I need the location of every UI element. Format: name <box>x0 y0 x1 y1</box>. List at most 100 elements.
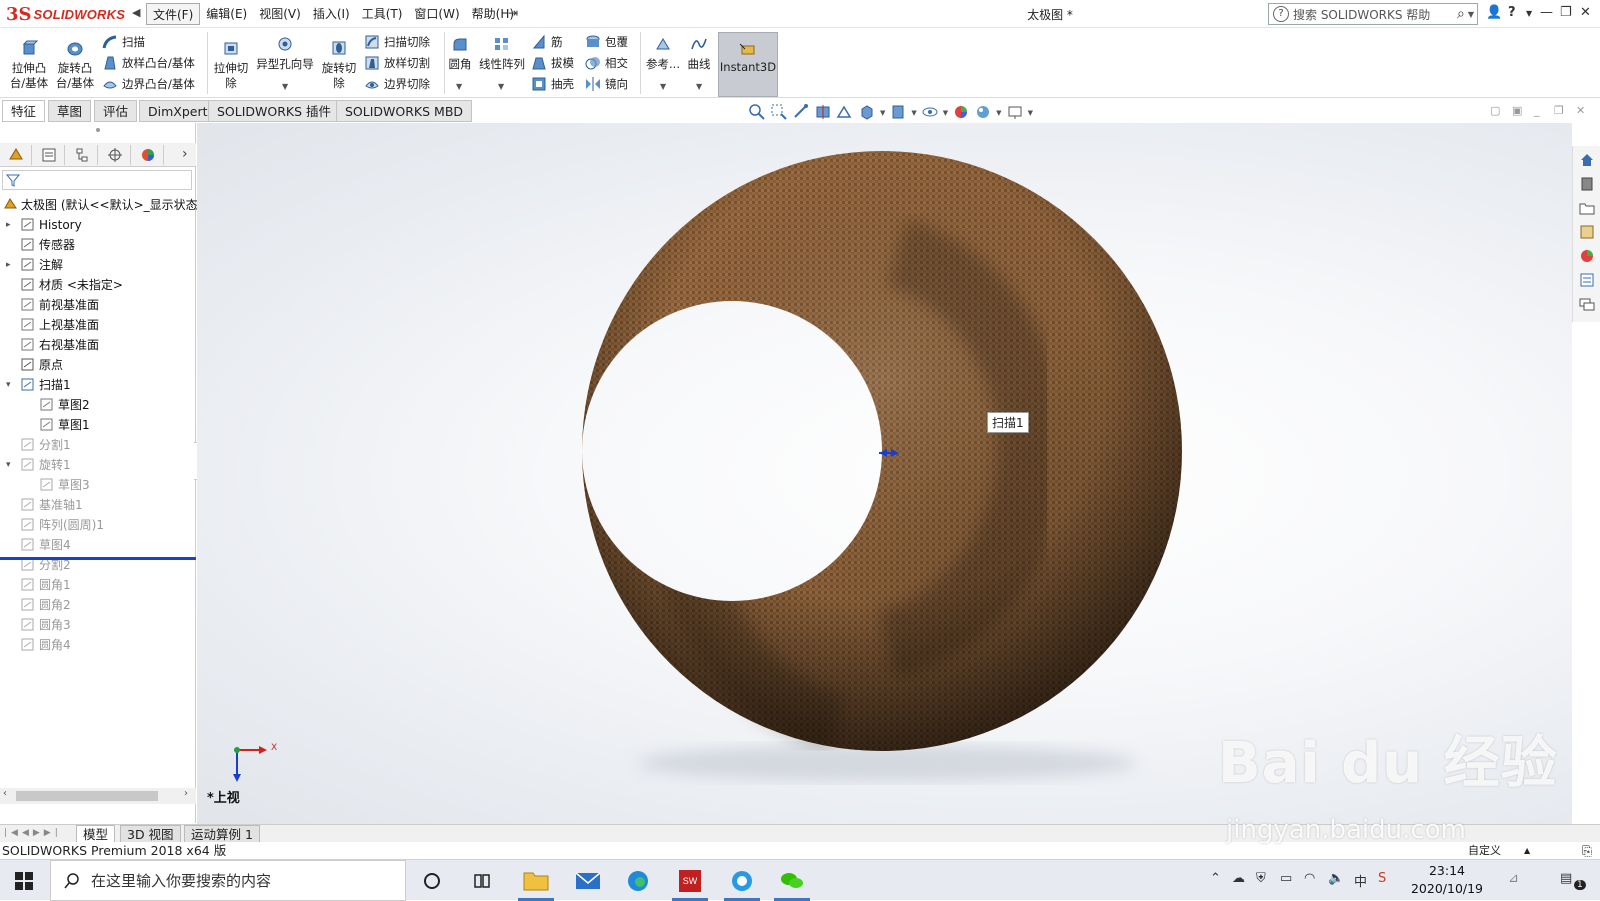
tree-item-circular-pattern1[interactable]: 阵列(圆周)1 <box>0 515 196 535</box>
tree-item-origin[interactable]: 原点 <box>0 355 196 375</box>
edit-appearance-icon[interactable] <box>952 103 970 121</box>
file-explorer-app-icon[interactable] <box>514 860 558 901</box>
chevron-down-icon[interactable]: ▼ <box>911 109 916 121</box>
tree-item-revolve1[interactable]: ▾ 旋转1 <box>0 455 196 475</box>
draft-button[interactable]: 拔模 <box>531 53 574 73</box>
zoom-to-area-icon[interactable] <box>770 103 788 121</box>
tab-features[interactable]: 特征 <box>2 100 46 122</box>
search-icon[interactable]: ⌕ <box>1457 6 1465 22</box>
windows-start-icon[interactable] <box>14 871 34 891</box>
curves-dropdown-icon[interactable]: ▼ <box>696 82 702 91</box>
scroll-left-icon[interactable]: ‹ <box>3 788 7 799</box>
show-hidden-icons-icon[interactable]: ⌃ <box>1210 871 1221 886</box>
forum-icon[interactable] <box>1579 296 1595 312</box>
wechat-icon[interactable] <box>770 860 814 901</box>
design-library-icon[interactable] <box>1579 176 1595 192</box>
intersect-button[interactable]: 相交 <box>585 53 628 73</box>
chevron-down-icon[interactable]: ▼ <box>880 109 885 121</box>
loft-cut-button[interactable]: 放样切割 <box>364 53 430 73</box>
view-palette-icon[interactable] <box>1579 224 1595 240</box>
expand-arrow-icon[interactable]: ▸ <box>6 215 16 235</box>
viewport-restore-icon[interactable]: ❐ <box>1554 104 1564 117</box>
ime-indicator[interactable]: 中 <box>1354 871 1367 890</box>
scrollbar-thumb[interactable] <box>16 791 158 801</box>
tab-solidworks-addins[interactable]: SOLIDWORKS 插件 <box>208 100 341 122</box>
home-icon[interactable] <box>1579 152 1595 168</box>
display-style-icon[interactable] <box>889 103 907 121</box>
display-manager-tab-icon[interactable] <box>132 145 164 165</box>
tree-item-fillet4[interactable]: 圆角4 <box>0 635 196 655</box>
instant3d-button[interactable]: Instant3D <box>718 32 778 97</box>
tree-item-sweep1[interactable]: ▾ 扫描1 <box>0 375 196 395</box>
onedrive-icon[interactable]: ☁ <box>1232 871 1245 886</box>
tree-item-sketch2[interactable]: 草图2 <box>0 395 196 415</box>
cortana-icon[interactable] <box>410 860 454 901</box>
menu-collapse-arrow-icon[interactable]: ◀ <box>132 6 140 19</box>
tree-item-material[interactable]: 材质 <未指定> <box>0 275 196 295</box>
sogou-input-icon[interactable]: S <box>1378 871 1386 886</box>
tree-item-sketch1[interactable]: 草图1 <box>0 415 196 435</box>
panel-grip[interactable] <box>96 128 100 132</box>
zoom-to-fit-icon[interactable] <box>748 103 766 121</box>
help-search-box[interactable]: ? 搜索 SOLIDWORKS 帮助 ⌕ ▼ <box>1268 3 1478 25</box>
dimxpert-manager-tab-icon[interactable] <box>99 145 131 165</box>
sweep-cut-button[interactable]: 扫描切除 <box>364 32 430 52</box>
tree-filter-input[interactable] <box>2 170 192 190</box>
rebuild-icon[interactable]: ⎘ <box>1582 842 1592 859</box>
tab-solidworks-mbd[interactable]: SOLIDWORKS MBD <box>336 100 473 122</box>
tree-item-split1[interactable]: 分割1 <box>0 435 196 455</box>
tree-item-history[interactable]: ▸ History <box>0 215 196 235</box>
menu-window[interactable]: 窗口(W) <box>408 3 465 25</box>
tree-item-sensors[interactable]: 传感器 <box>0 235 196 255</box>
tab-sketch[interactable]: 草图 <box>48 100 92 122</box>
minimize-window-icon[interactable]: — <box>1540 5 1553 20</box>
scroll-right-icon[interactable]: › <box>184 788 188 799</box>
tree-item-axis1[interactable]: 基准轴1 <box>0 495 196 515</box>
tree-item-fillet2[interactable]: 圆角2 <box>0 595 196 615</box>
reference-dropdown-icon[interactable]: ▼ <box>660 82 666 91</box>
tree-root-part[interactable]: 太极图 (默认<<默认>_显示状态 <box>0 195 198 215</box>
chevron-down-icon[interactable]: ▼ <box>1468 10 1474 19</box>
hole-wizard-button[interactable]: 异型孔向导 <box>254 36 316 72</box>
tab-3d-view[interactable]: 3D 视图 <box>120 825 181 843</box>
shell-button[interactable]: 抽壳 <box>531 74 574 94</box>
previous-view-icon[interactable] <box>792 103 810 121</box>
chevron-down-icon[interactable]: ▼ <box>1028 109 1033 121</box>
pin-icon[interactable]: ⇥ <box>508 6 518 20</box>
reference-geometry-button[interactable]: 参考... <box>644 36 682 72</box>
view-settings-icon[interactable] <box>1006 103 1024 121</box>
property-manager-tab-icon[interactable] <box>33 145 65 165</box>
solidworks-app-icon[interactable]: SW <box>668 860 712 901</box>
hole-wizard-dropdown-icon[interactable]: ▼ <box>282 82 288 91</box>
tree-item-fillet3[interactable]: 圆角3 <box>0 615 196 635</box>
sweep-button[interactable]: 扫描 <box>102 32 145 52</box>
taskbar-search-input[interactable]: 在这里输入你要搜索的内容 <box>91 870 271 891</box>
dynamic-annotation-icon[interactable] <box>836 103 854 121</box>
wifi-icon[interactable]: ◠ <box>1304 871 1315 886</box>
menu-insert[interactable]: 插入(I) <box>307 3 356 25</box>
tree-item-annotations[interactable]: ▸ 注解 <box>0 255 196 275</box>
tab-nav-arrows-icon[interactable]: |◀◀▶▶| <box>4 828 62 838</box>
tree-horizontal-scrollbar[interactable]: ‹ › <box>0 788 196 804</box>
help-icon[interactable]: ? <box>1508 5 1516 20</box>
apply-scene-icon[interactable] <box>974 103 992 121</box>
mirror-button[interactable]: 镜向 <box>585 74 628 94</box>
revolve-cut-button[interactable]: 旋转切 除 <box>318 40 360 91</box>
units-selector[interactable]: 自定义 <box>1468 842 1501 859</box>
tab-motion-study[interactable]: 运动算例 1 <box>184 825 260 843</box>
loft-boss-button[interactable]: 放样凸台/基体 <box>102 53 195 73</box>
tab-model[interactable]: 模型 <box>76 825 116 843</box>
linear-pattern-dropdown-icon[interactable]: ▼ <box>498 82 504 91</box>
boundary-boss-button[interactable]: 边界凸台/基体 <box>102 74 195 94</box>
volume-icon[interactable]: 🔈 <box>1328 871 1344 886</box>
rollback-bar[interactable] <box>0 557 196 560</box>
rib-button[interactable]: 筋 <box>531 32 563 52</box>
hide-show-items-icon[interactable] <box>921 103 939 121</box>
expand-arrow-icon[interactable]: ▸ <box>6 255 16 275</box>
chevron-right-icon[interactable]: › <box>182 146 188 162</box>
help-dropdown-icon[interactable]: ▼ <box>1526 9 1532 18</box>
section-view-icon[interactable] <box>814 103 832 121</box>
taskbar-search-box[interactable]: 在这里输入你要搜索的内容 <box>50 860 406 901</box>
language-bar-icon[interactable]: ⊿ <box>1508 871 1519 886</box>
collapse-arrow-icon[interactable]: ▾ <box>6 375 16 395</box>
